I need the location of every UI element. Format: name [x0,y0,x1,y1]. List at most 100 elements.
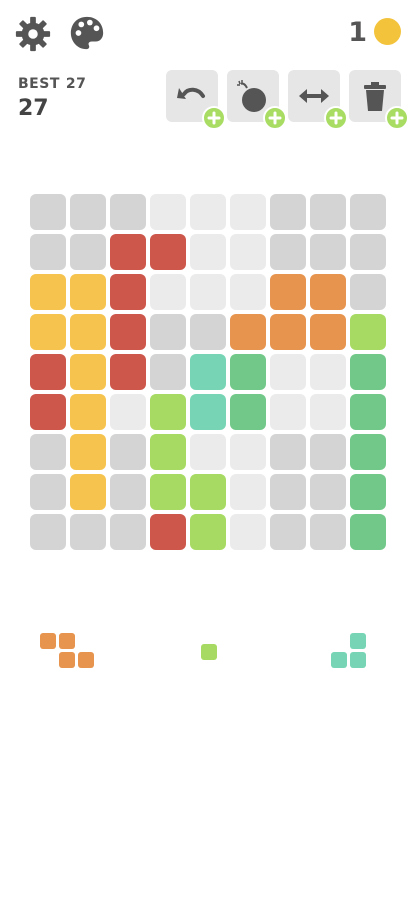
board-cell-empty[interactable] [230,474,266,510]
coin-count: 1 [348,17,367,48]
board-cell-empty[interactable] [30,194,66,230]
board-cell-lime[interactable] [150,474,186,510]
board-cell-empty[interactable] [150,354,186,390]
board-cell-yellow[interactable] [70,354,106,390]
board-cell-red[interactable] [30,354,66,390]
board-cell-red[interactable] [110,314,146,350]
board-cell-green[interactable] [350,434,386,470]
coin-icon[interactable] [374,18,401,45]
board-cell-orange[interactable] [270,314,306,350]
board-cell-green[interactable] [350,514,386,550]
piece-block [350,633,366,649]
board-cell-empty[interactable] [230,194,266,230]
bomb-plus-icon[interactable] [263,106,287,130]
board-cell-empty[interactable] [270,394,306,430]
board-cell-orange[interactable] [310,274,346,310]
board-cell-empty[interactable] [350,194,386,230]
board-cell-orange[interactable] [230,314,266,350]
board-cell-empty[interactable] [30,434,66,470]
trash-plus-icon[interactable] [385,106,409,130]
board-cell-empty[interactable] [270,474,306,510]
bomb-button[interactable] [227,70,287,130]
piece-block [331,652,347,668]
board-cell-empty[interactable] [70,194,106,230]
board-cell-empty[interactable] [190,234,226,270]
board-cell-green[interactable] [350,474,386,510]
board-cell-empty[interactable] [30,234,66,270]
board-cell-empty[interactable] [230,234,266,270]
board-cell-empty[interactable] [110,514,146,550]
board-cell-red[interactable] [110,274,146,310]
board-cell-red[interactable] [30,394,66,430]
board-cell-empty[interactable] [150,274,186,310]
board-cell-empty[interactable] [270,354,306,390]
board-cell-empty[interactable] [110,394,146,430]
board-cell-yellow[interactable] [70,274,106,310]
board-cell-red[interactable] [110,234,146,270]
board-cell-empty[interactable] [230,434,266,470]
board-cell-teal[interactable] [190,394,226,430]
board-cell-empty[interactable] [30,514,66,550]
board-cell-yellow[interactable] [70,474,106,510]
board-cell-empty[interactable] [310,354,346,390]
board-cell-empty[interactable] [350,234,386,270]
board-cell-yellow[interactable] [70,434,106,470]
board-cell-empty[interactable] [230,274,266,310]
best-label: BEST [18,76,60,92]
board-cell-empty[interactable] [110,474,146,510]
board-cell-empty[interactable] [190,194,226,230]
undo-plus-icon[interactable] [202,106,226,130]
board-cell-empty[interactable] [190,314,226,350]
board-cell-empty[interactable] [310,394,346,430]
board-cell-empty[interactable] [70,514,106,550]
swap-plus-icon[interactable] [324,106,348,130]
board-cell-empty[interactable] [310,474,346,510]
game-board[interactable] [30,194,390,554]
board-cell-empty[interactable] [110,194,146,230]
board-cell-lime[interactable] [190,474,226,510]
board-cell-empty[interactable] [110,434,146,470]
swap-button[interactable] [288,70,348,130]
board-cell-yellow[interactable] [30,274,66,310]
board-cell-green[interactable] [350,394,386,430]
board-cell-green[interactable] [350,354,386,390]
board-cell-empty[interactable] [310,194,346,230]
board-cell-empty[interactable] [350,274,386,310]
board-cell-green[interactable] [230,394,266,430]
board-cell-orange[interactable] [270,274,306,310]
board-cell-empty[interactable] [270,434,306,470]
board-cell-red[interactable] [150,234,186,270]
board-cell-empty[interactable] [310,434,346,470]
board-cell-empty[interactable] [270,234,306,270]
piece-block [201,644,217,660]
board-cell-empty[interactable] [310,514,346,550]
board-cell-red[interactable] [110,354,146,390]
board-cell-yellow[interactable] [70,314,106,350]
theme-palette-icon[interactable] [68,14,106,52]
board-cell-yellow[interactable] [30,314,66,350]
trash-button[interactable] [349,70,409,130]
undo-button[interactable] [166,70,226,130]
board-cell-empty[interactable] [270,194,306,230]
board-cell-red[interactable] [150,514,186,550]
board-cell-lime[interactable] [350,314,386,350]
board-cell-empty[interactable] [150,314,186,350]
settings-gear-icon[interactable] [14,15,52,53]
board-cell-empty[interactable] [190,434,226,470]
piece-block [350,652,366,668]
board-cell-empty[interactable] [230,514,266,550]
board-cell-empty[interactable] [310,234,346,270]
piece-block [59,652,75,668]
board-cell-orange[interactable] [310,314,346,350]
board-cell-empty[interactable] [150,194,186,230]
board-cell-empty[interactable] [30,474,66,510]
board-cell-empty[interactable] [190,274,226,310]
board-cell-teal[interactable] [190,354,226,390]
board-cell-lime[interactable] [190,514,226,550]
board-cell-empty[interactable] [70,234,106,270]
board-cell-green[interactable] [230,354,266,390]
board-cell-lime[interactable] [150,434,186,470]
board-cell-empty[interactable] [270,514,306,550]
board-cell-yellow[interactable] [70,394,106,430]
board-cell-lime[interactable] [150,394,186,430]
